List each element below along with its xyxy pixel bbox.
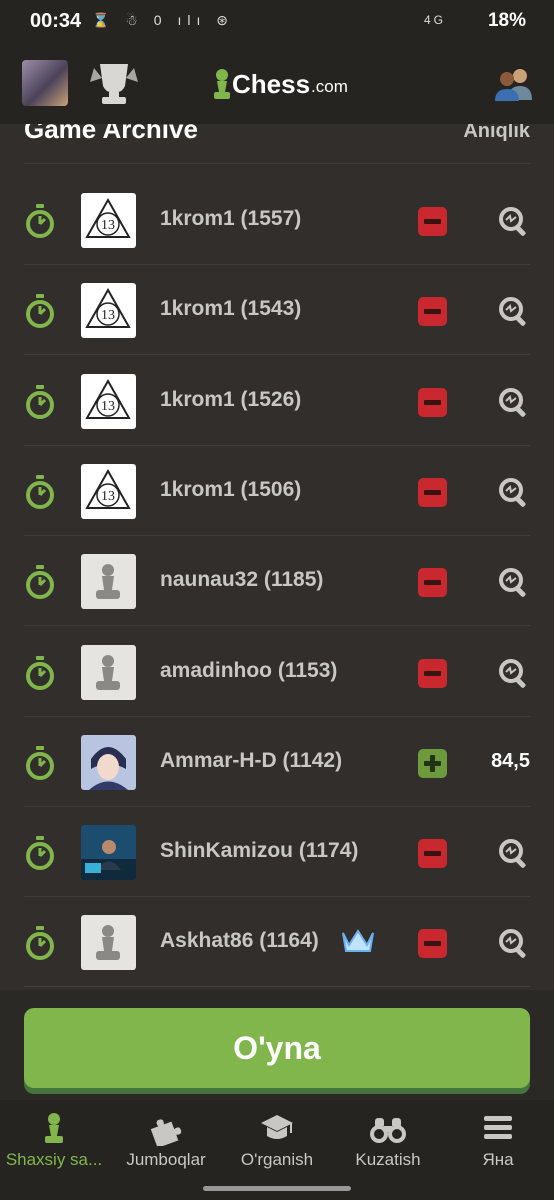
player-avatar[interactable] — [81, 734, 136, 790]
nav-label: Jumboqlar — [126, 1150, 206, 1169]
friends-icon[interactable] — [494, 66, 534, 102]
archive-header: Game Archive Aniqlik — [0, 124, 554, 164]
stopwatch-icon — [24, 203, 56, 239]
accuracy-value: 84,5 — [491, 749, 530, 772]
svg-text:13: 13 — [101, 308, 115, 323]
play-button[interactable]: O'yna — [24, 1008, 530, 1088]
nav-item-puzzles[interactable]: Jumboqlar — [112, 1100, 220, 1180]
status-icons: ⌛ ☃ 0 ılı ⊛ — [92, 12, 234, 28]
nav-item-more[interactable]: Яна — [444, 1100, 552, 1180]
divider — [24, 986, 530, 988]
battery-percent: 18% — [487, 10, 526, 31]
status-bar: 00:34 ⌛ ☃ 0 ılı ⊛ 4G 18% — [0, 0, 554, 44]
stopwatch-icon — [24, 745, 56, 781]
crown-icon — [340, 923, 376, 955]
game-row[interactable]: 13 1krom1 (1557) — [0, 175, 554, 265]
game-row[interactable]: naunau32 (1185) — [0, 536, 554, 626]
graduation-cap-icon — [261, 1115, 293, 1139]
analyze-icon[interactable] — [498, 296, 530, 328]
network-label: 4G — [423, 13, 446, 27]
svg-text:13: 13 — [101, 399, 115, 414]
loss-icon — [418, 658, 447, 688]
player-avatar[interactable] — [81, 644, 136, 700]
svg-text:13: 13 — [101, 218, 115, 233]
divider — [24, 163, 530, 164]
player-name: 1krom1 (1506) — [160, 477, 302, 501]
nav-item-watch[interactable]: Kuzatish — [334, 1100, 442, 1180]
analyze-icon[interactable] — [498, 387, 530, 419]
analyze-icon[interactable] — [498, 206, 530, 238]
player-avatar[interactable] — [81, 554, 136, 610]
stopwatch-icon — [24, 384, 56, 420]
player-avatar[interactable]: 13 — [81, 463, 136, 519]
chess-logo: Chess .com — [212, 64, 348, 104]
loss-icon — [418, 387, 447, 417]
nav-label: Shaxsiy sa... — [5, 1150, 103, 1169]
logo-text: Chess — [232, 68, 311, 99]
win-icon — [418, 748, 447, 778]
nav-item-home[interactable]: Shaxsiy sa... — [0, 1100, 108, 1180]
menu-icon — [484, 1116, 512, 1139]
analyze-icon[interactable] — [498, 658, 530, 690]
game-row[interactable]: Askhat86 (1164) — [0, 897, 554, 987]
player-name: ShinKamizou (1174) — [160, 839, 359, 863]
analyze-icon[interactable] — [498, 477, 530, 509]
player-name: 1krom1 (1557) — [160, 207, 302, 230]
game-row[interactable]: 13 1krom1 (1506) — [0, 446, 554, 536]
player-name: 1krom1 (1543) — [160, 297, 302, 321]
game-row[interactable]: Ammar-H-D (1142) 84,5 — [0, 717, 554, 807]
stopwatch-icon — [24, 835, 56, 871]
nav-label: O'rganish — [240, 1150, 314, 1169]
game-row[interactable]: amadinhoo (1153) — [0, 627, 554, 717]
nav-item-learn[interactable]: O'rganish — [222, 1100, 332, 1180]
loss-icon — [418, 207, 447, 236]
logo-suffix: .com — [311, 77, 348, 96]
player-name: naunau32 (1185) — [160, 568, 324, 592]
player-avatar[interactable]: 13 — [81, 373, 136, 429]
player-avatar[interactable]: 13 — [81, 193, 136, 248]
player-avatar[interactable]: 13 — [81, 283, 136, 339]
stopwatch-icon — [24, 293, 56, 329]
binoculars-icon — [370, 1118, 406, 1143]
nav-label: Kuzatish — [355, 1150, 421, 1169]
loss-icon — [418, 477, 447, 507]
svg-text:13: 13 — [101, 489, 115, 504]
analyze-icon[interactable] — [498, 567, 530, 599]
loss-icon — [418, 839, 447, 869]
game-row[interactable]: 13 1krom1 (1543) — [0, 265, 554, 355]
play-bar: O'yna — [0, 990, 554, 1100]
pawn-icon — [45, 1113, 63, 1143]
page-title: Game Archive — [24, 124, 198, 144]
status-time: 00:34 — [30, 10, 82, 32]
game-row[interactable]: ShinKamizou (1174) — [0, 807, 554, 897]
bottom-nav: Shaxsiy sa... Jumboqlar O'rganish Kuzati… — [0, 1100, 554, 1200]
player-name: Ammar-H-D (1142) — [160, 748, 343, 772]
player-avatar[interactable] — [81, 825, 136, 881]
loss-icon — [418, 929, 447, 959]
stopwatch-icon — [24, 925, 56, 961]
puzzle-icon — [150, 1119, 182, 1146]
accuracy-column-header: Aniqlik — [463, 124, 530, 142]
loss-icon — [418, 297, 447, 327]
stopwatch-icon — [24, 564, 56, 600]
trophy-icon[interactable] — [88, 62, 140, 106]
app-bar: Chess .com — [0, 44, 554, 124]
profile-avatar[interactable] — [22, 60, 68, 106]
game-row[interactable]: 13 1krom1 (1526) — [0, 356, 554, 446]
nav-label: Яна — [482, 1150, 514, 1169]
loss-icon — [418, 568, 447, 598]
player-avatar[interactable] — [81, 915, 136, 971]
player-name: amadinhoo (1153) — [160, 658, 338, 682]
analyze-icon[interactable] — [498, 928, 530, 960]
logo-pawn-icon — [214, 69, 230, 99]
home-indicator[interactable] — [203, 1186, 351, 1191]
analyze-icon[interactable] — [498, 838, 530, 870]
player-name: 1krom1 (1526) — [160, 387, 302, 411]
stopwatch-icon — [24, 655, 56, 691]
stopwatch-icon — [24, 474, 56, 510]
player-name: Askhat86 (1164) — [160, 929, 319, 953]
